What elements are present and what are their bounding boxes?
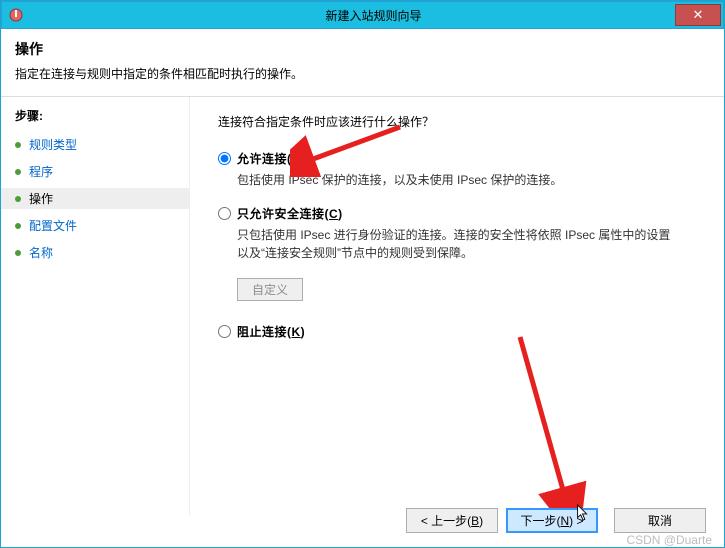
option-secure-label: 只允许安全连接(C) <box>237 205 343 222</box>
step-name[interactable]: 名称 <box>15 242 175 263</box>
cancel-button[interactable]: 取消 <box>614 508 706 533</box>
option-allow-desc: 包括使用 IPsec 保护的连接，以及未使用 IPsec 保护的连接。 <box>237 171 677 189</box>
radio-secure[interactable] <box>218 207 231 220</box>
steps-heading: 步骤: <box>15 107 175 124</box>
question-text: 连接符合指定条件时应该进行什么操作？ <box>218 113 704 130</box>
page-title: 操作 <box>15 39 710 59</box>
step-label: 程序 <box>29 163 53 180</box>
step-action[interactable]: 操作 <box>1 188 189 209</box>
back-button[interactable]: < 上一步(B) <box>406 508 498 533</box>
bullet-icon <box>15 250 21 256</box>
option-allow[interactable]: 允许连接(A) <box>218 150 704 167</box>
bullet-icon <box>15 223 21 229</box>
step-rule-type[interactable]: 规则类型 <box>15 134 175 155</box>
step-label: 规则类型 <box>29 136 77 153</box>
wizard-button-bar: < 上一步(B) 下一步(N) > 取消 <box>406 508 706 533</box>
option-block[interactable]: 阻止连接(K) <box>218 323 704 340</box>
steps-sidebar: 步骤: 规则类型 程序 操作 配置文件 名称 <box>1 97 189 515</box>
titlebar: 新建入站规则向导 ✕ <box>1 1 724 29</box>
step-program[interactable]: 程序 <box>15 161 175 182</box>
wizard-window: 新建入站规则向导 ✕ 操作 指定在连接与规则中指定的条件相匹配时执行的操作。 步… <box>0 0 725 548</box>
watermark: CSDN @Duarte <box>626 533 712 547</box>
option-secure-desc: 只包括使用 IPsec 进行身份验证的连接。连接的安全性将依照 IPsec 属性… <box>237 226 677 262</box>
wizard-body: 步骤: 规则类型 程序 操作 配置文件 名称 连接符合指 <box>1 96 724 515</box>
step-label: 名称 <box>29 244 53 261</box>
step-label: 配置文件 <box>29 217 77 234</box>
option-block-label: 阻止连接(K) <box>237 323 305 340</box>
bullet-icon <box>15 196 21 202</box>
page-header: 操作 指定在连接与规则中指定的条件相匹配时执行的操作。 <box>1 29 724 96</box>
main-panel: 连接符合指定条件时应该进行什么操作？ 允许连接(A) 包括使用 IPsec 保护… <box>189 97 724 515</box>
option-secure[interactable]: 只允许安全连接(C) <box>218 205 704 222</box>
bullet-icon <box>15 142 21 148</box>
step-label: 操作 <box>29 190 53 207</box>
page-description: 指定在连接与规则中指定的条件相匹配时执行的操作。 <box>15 65 710 82</box>
radio-allow[interactable] <box>218 152 231 165</box>
radio-block[interactable] <box>218 325 231 338</box>
bullet-icon <box>15 169 21 175</box>
customize-button: 自定义 <box>237 278 303 301</box>
app-icon <box>8 7 24 23</box>
step-profile[interactable]: 配置文件 <box>15 215 175 236</box>
option-allow-label: 允许连接(A) <box>237 150 305 167</box>
annotation-arrow-icon <box>495 327 595 517</box>
close-button[interactable]: ✕ <box>675 4 721 26</box>
window-title: 新建入站规则向导 <box>24 7 723 24</box>
mouse-cursor-icon <box>576 504 590 522</box>
